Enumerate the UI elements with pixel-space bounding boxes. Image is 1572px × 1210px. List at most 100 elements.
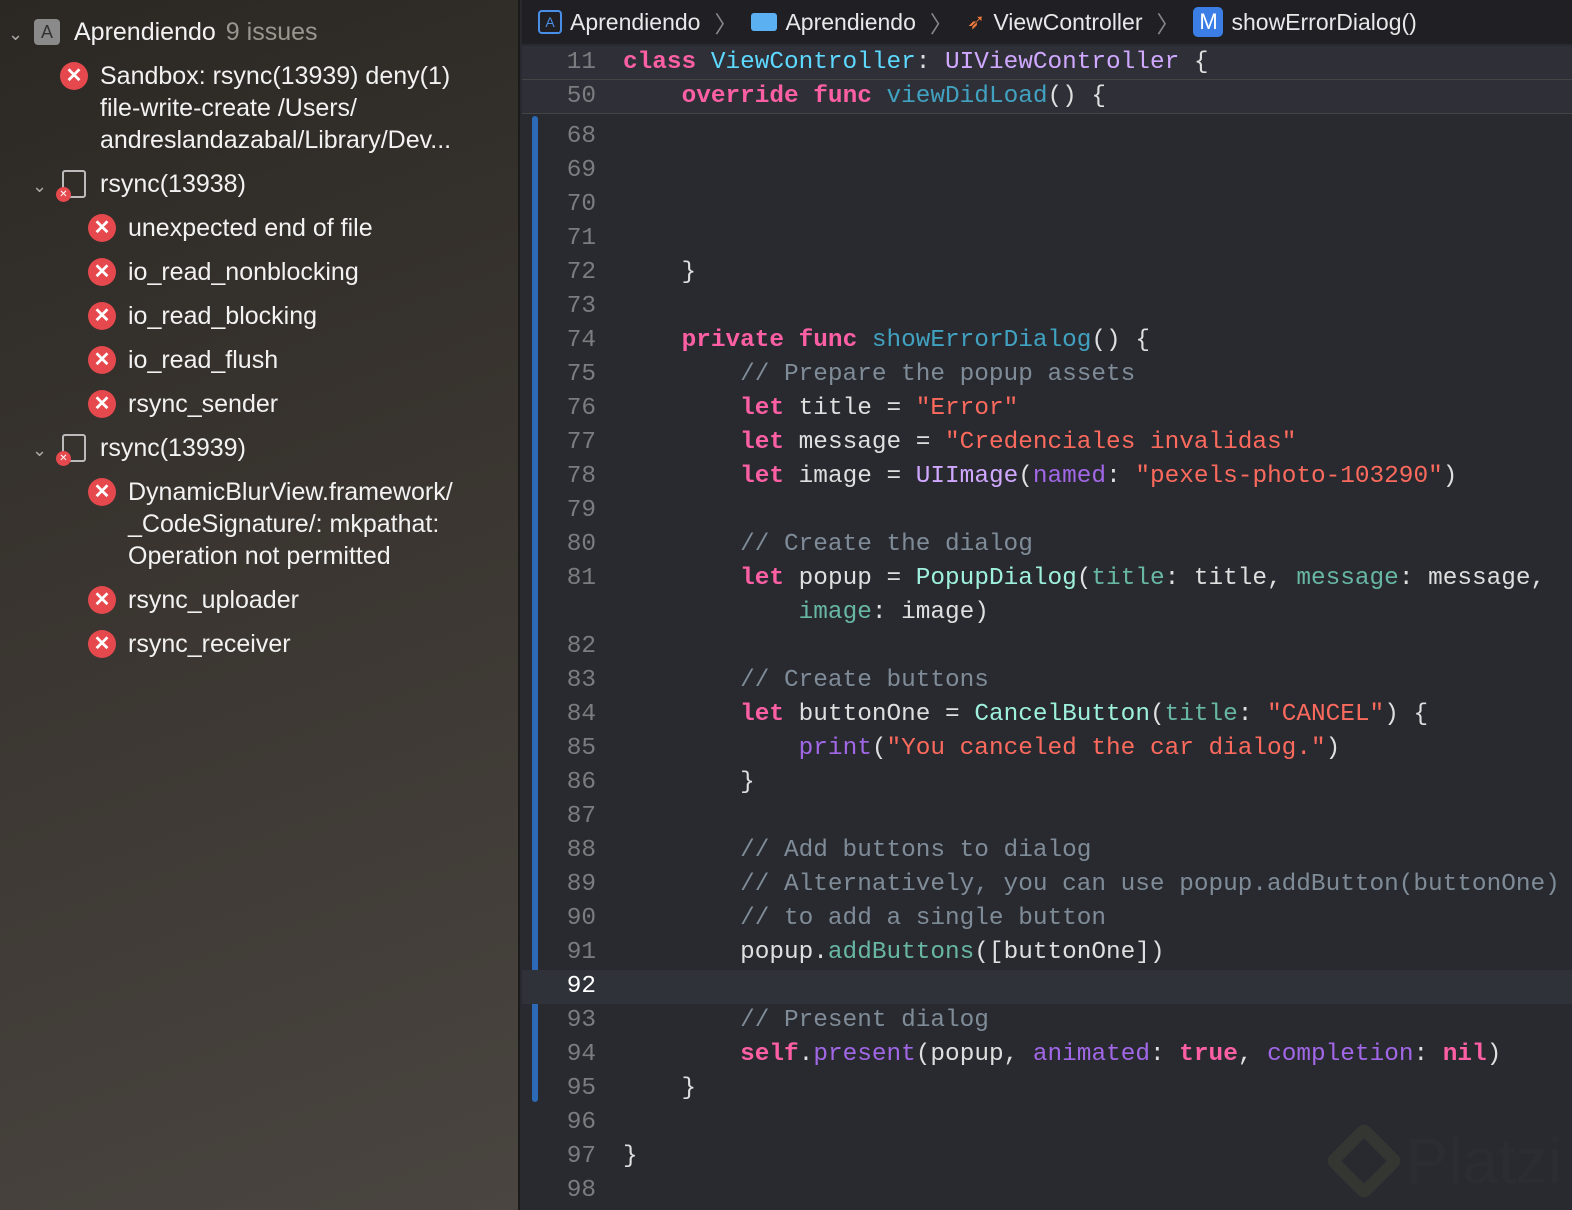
code-token: "Credenciales invalidas" [945, 429, 1297, 456]
issue-item[interactable]: ✕ io_read_flush [88, 344, 278, 376]
code-text: // Create buttons [623, 664, 989, 698]
code-text: // Present dialog [623, 1004, 989, 1038]
code-token: addButtons [827, 939, 975, 966]
breadcrumb-project[interactable]: Aprendiendo [570, 9, 700, 36]
code-line[interactable]: 83 // Create buttons [522, 664, 1572, 698]
code-token: () { [1047, 83, 1107, 110]
code-token: // Create the dialog [623, 531, 1033, 558]
code-line[interactable]: 76 let title = "Error" [522, 392, 1572, 426]
issue-item[interactable]: ✕ io_read_nonblocking [88, 256, 359, 288]
code-token: : [1413, 1041, 1443, 1068]
file-error-icon: ✕ [56, 170, 86, 202]
code-line[interactable]: 88 // Add buttons to dialog [522, 834, 1572, 868]
issue-text: rsync_uploader [128, 586, 299, 614]
breadcrumb-method[interactable]: showErrorDialog() [1231, 9, 1416, 36]
code-line[interactable]: 69 [522, 154, 1572, 188]
chevron-down-icon[interactable]: ⌄ [32, 170, 52, 202]
platzi-logo-icon [1323, 1121, 1404, 1201]
code-token: title [1164, 701, 1238, 728]
code-token: : message, [1398, 565, 1546, 592]
code-line[interactable]: 79 [522, 494, 1572, 528]
chevron-right-icon: 〉 [1156, 11, 1180, 37]
code-text: // Create the dialog [623, 528, 1033, 562]
code-token: { [1179, 49, 1209, 76]
project-row[interactable]: ⌄ A Aprendiendo 9 issues [8, 16, 318, 50]
code-line[interactable]: 91 popup.addButtons([buttonOne]) [522, 936, 1572, 970]
code-line[interactable]: 93 // Present dialog [522, 1004, 1572, 1038]
issue-text: andreslandazabal/Library/Dev... [100, 126, 452, 154]
code-line[interactable]: 50 override func viewDidLoad() { [522, 80, 1572, 114]
code-line[interactable]: 80 // Create the dialog [522, 528, 1572, 562]
issue-item[interactable]: ✕ rsync_receiver [88, 628, 291, 660]
breadcrumb-file[interactable]: ViewController [993, 9, 1142, 36]
code-text: override func viewDidLoad() { [623, 80, 1107, 114]
process-group[interactable]: ⌄ ✕ rsync(13938) [32, 168, 246, 202]
code-token: true [1179, 1041, 1238, 1068]
code-line[interactable]: 74 private func showErrorDialog() { [522, 324, 1572, 358]
line-number: 88 [566, 837, 596, 864]
issue-text: DynamicBlurView.framework/ [128, 478, 453, 506]
code-text: image: image) [623, 596, 989, 630]
code-line[interactable]: image: image) [522, 596, 1572, 630]
issue-item[interactable]: ✕ Sandbox: rsync(13939) deny(1) file-wri… [60, 60, 451, 156]
code-token: } [623, 1143, 638, 1170]
error-icon: ✕ [88, 586, 116, 614]
process-group[interactable]: ⌄ ✕ rsync(13939) [32, 432, 246, 466]
code-line[interactable]: 84 let buttonOne = CancelButton(title: "… [522, 698, 1572, 732]
code-token: ( [1149, 701, 1165, 728]
issue-item[interactable]: ✕ DynamicBlurView.framework/ _CodeSignatur… [88, 476, 453, 572]
code-line[interactable]: 89 // Alternatively, you can use popup.a… [522, 868, 1572, 902]
code-line[interactable]: 78 let image = UIImage(named: "pexels-ph… [522, 460, 1572, 494]
code-token: ) [1486, 1041, 1502, 1068]
line-number: 50 [566, 83, 596, 110]
code-line[interactable]: 11 class ViewController: UIViewController… [522, 46, 1572, 80]
code-line[interactable]: 73 [522, 290, 1572, 324]
project-name: Aprendiendo [74, 18, 216, 46]
line-number: 73 [566, 293, 596, 320]
issue-item[interactable]: ✕ rsync_sender [88, 388, 278, 420]
chevron-down-icon[interactable]: ⌄ [32, 434, 52, 466]
code-token: ) [1442, 463, 1458, 490]
code-line[interactable]: 72 } [522, 256, 1572, 290]
line-number: 69 [566, 157, 596, 184]
code-line[interactable]: 90 // to add a single button [522, 902, 1572, 936]
code-line[interactable]: 70 [522, 188, 1572, 222]
code-line[interactable]: 95 } [522, 1072, 1572, 1106]
code-editor[interactable]: 11 class ViewController: UIViewController… [522, 44, 1572, 1210]
code-token: "pexels-photo-103290" [1135, 463, 1443, 490]
code-text: } [623, 256, 697, 290]
code-line[interactable]: 71 [522, 222, 1572, 256]
code-line[interactable]: 77 let message = "Credenciales invalidas… [522, 426, 1572, 460]
code-line[interactable]: 87 [522, 800, 1572, 834]
code-token: // Create buttons [623, 667, 989, 694]
code-line[interactable]: 94 self.present(popup, animated: true, c… [522, 1038, 1572, 1072]
code-line[interactable]: 68 [522, 120, 1572, 154]
breadcrumb-folder[interactable]: Aprendiendo [785, 9, 915, 36]
code-token: image = [784, 463, 916, 490]
error-icon: ✕ [88, 390, 116, 418]
code-line[interactable]: 82 [522, 630, 1572, 664]
issue-item[interactable]: ✕ unexpected end of file [88, 212, 373, 244]
code-token: completion [1267, 1041, 1414, 1068]
code-line[interactable]: 81 let popup = PopupDialog(title: title,… [522, 562, 1572, 596]
code-token: } [623, 769, 755, 796]
line-number: 80 [566, 531, 596, 558]
line-number: 90 [566, 905, 596, 932]
issue-text: io_read_nonblocking [128, 258, 359, 286]
line-number: 74 [566, 327, 596, 354]
issue-item[interactable]: ✕ io_read_blocking [88, 300, 317, 332]
issue-text: io_read_flush [128, 346, 279, 374]
issue-item[interactable]: ✕ rsync_uploader [88, 584, 299, 616]
code-token: "CANCEL" [1267, 701, 1385, 728]
code-line[interactable]: 86 } [522, 766, 1572, 800]
issue-text: rsync_receiver [128, 630, 291, 658]
code-line[interactable]: 75 // Prepare the popup assets [522, 358, 1572, 392]
line-number: 76 [566, 395, 596, 422]
code-line[interactable]: 85 print("You canceled the car dialog.") [522, 732, 1572, 766]
line-number: 75 [566, 361, 596, 388]
code-line[interactable]: 92 [522, 970, 1572, 1004]
chevron-down-icon[interactable]: ⌄ [8, 18, 28, 50]
code-token: (popup, [915, 1041, 1033, 1068]
